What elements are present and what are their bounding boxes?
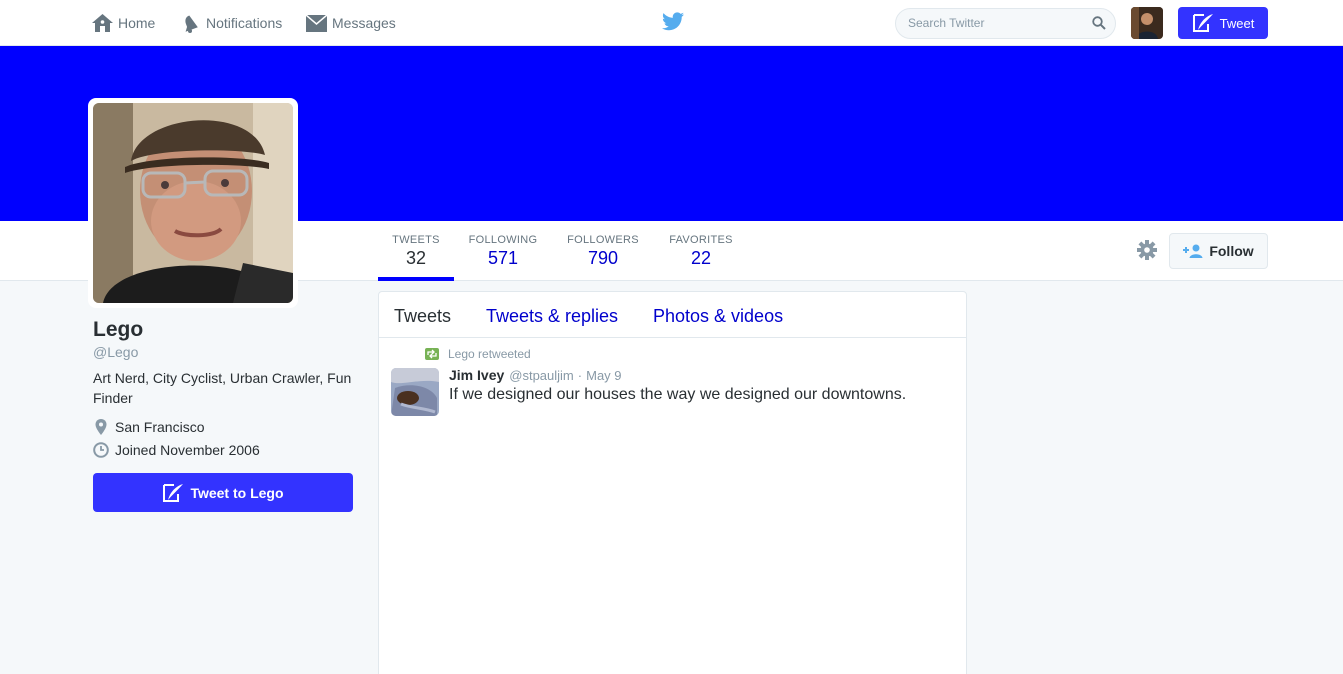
twitter-bird-icon[interactable] (662, 12, 684, 31)
nav-notifications-link[interactable]: Notifications (183, 0, 282, 46)
tab-tweets[interactable]: Tweets (394, 306, 451, 327)
quill-icon (1192, 14, 1213, 32)
stat-tweets-value: 32 (405, 248, 427, 268)
compose-tweet-label: Tweet (1219, 15, 1255, 31)
tweet-to-label: Tweet to Lego (190, 484, 284, 501)
follow-button[interactable]: Follow (1169, 233, 1268, 269)
profile-location-text: San Francisco (115, 419, 205, 435)
stat-tweets[interactable]: TWEETS 32 (378, 221, 454, 281)
retweet-context-text: Lego retweeted (448, 347, 531, 361)
add-user-icon (1183, 244, 1203, 258)
profile-joined: Joined November 2006 (93, 442, 260, 458)
stat-followers[interactable]: FOLLOWERS 790 (562, 221, 644, 281)
stat-favorites-label: FAVORITES (669, 234, 733, 246)
stat-followers-label: FOLLOWERS (567, 234, 639, 246)
retweet-icon (425, 348, 439, 360)
nav-home-link[interactable]: Home (92, 0, 155, 46)
retweet-context: Lego retweeted (425, 347, 531, 361)
account-avatar[interactable] (1131, 7, 1163, 39)
search-icon[interactable] (1092, 16, 1106, 30)
follow-label: Follow (1209, 243, 1254, 259)
stat-following[interactable]: FOLLOWING 571 (462, 221, 544, 281)
top-nav-bar: Home Notifications Messages Tweet (0, 0, 1343, 46)
profile-name: Lego (93, 318, 144, 341)
stat-following-label: FOLLOWING (468, 234, 538, 246)
tweet-header: Jim Ivey @stpauljim · May 9 (449, 367, 622, 383)
account-avatar-image (1131, 7, 1163, 39)
stat-favorites-value: 22 (690, 248, 712, 268)
tweet-author-photo (391, 368, 439, 416)
stat-followers-value: 790 (587, 248, 619, 268)
quill-icon (163, 483, 184, 502)
tweet-to-button[interactable]: Tweet to Lego (93, 473, 353, 512)
stat-favorites[interactable]: FAVORITES 22 (662, 221, 740, 281)
profile-joined-text: Joined November 2006 (115, 442, 260, 458)
search-box (895, 8, 1116, 39)
envelope-icon (306, 14, 327, 32)
clock-icon (93, 442, 109, 458)
gear-icon[interactable] (1137, 240, 1157, 260)
tab-photos-and-videos[interactable]: Photos & videos (653, 306, 783, 327)
bell-icon (185, 14, 198, 33)
stat-tweets-label: TWEETS (392, 234, 440, 246)
nav-notifications-label: Notifications (206, 15, 283, 31)
tweet-author-avatar[interactable] (391, 368, 439, 416)
timeline-tabs: Tweets Tweets & replies Photos & videos (379, 292, 966, 338)
tweet-author-name[interactable]: Jim Ivey (449, 367, 504, 383)
map-pin-icon (95, 419, 107, 435)
profile-location: San Francisco (93, 419, 204, 435)
tweet-separator: · (577, 368, 583, 383)
search-input[interactable] (908, 16, 1078, 30)
tweet-timestamp[interactable]: May 9 (586, 368, 621, 383)
home-icon (92, 14, 113, 32)
profile-photo (93, 103, 293, 303)
timeline: Tweets Tweets & replies Photos & videos … (378, 291, 967, 674)
tweet-author-handle[interactable]: @stpauljim (509, 368, 574, 383)
nav-messages-label: Messages (332, 15, 396, 31)
nav-home-label: Home (118, 15, 156, 31)
tab-tweets-and-replies[interactable]: Tweets & replies (486, 306, 618, 327)
profile-handle: @Lego (93, 344, 139, 360)
nav-messages-link[interactable]: Messages (306, 0, 396, 46)
tweet-text: If we designed our houses the way we des… (449, 386, 907, 403)
profile-avatar[interactable] (88, 98, 298, 308)
profile-bio: Art Nerd, City Cyclist, Urban Crawler, F… (93, 370, 352, 406)
stat-following-value: 571 (487, 248, 519, 268)
compose-tweet-button[interactable]: Tweet (1178, 7, 1268, 39)
